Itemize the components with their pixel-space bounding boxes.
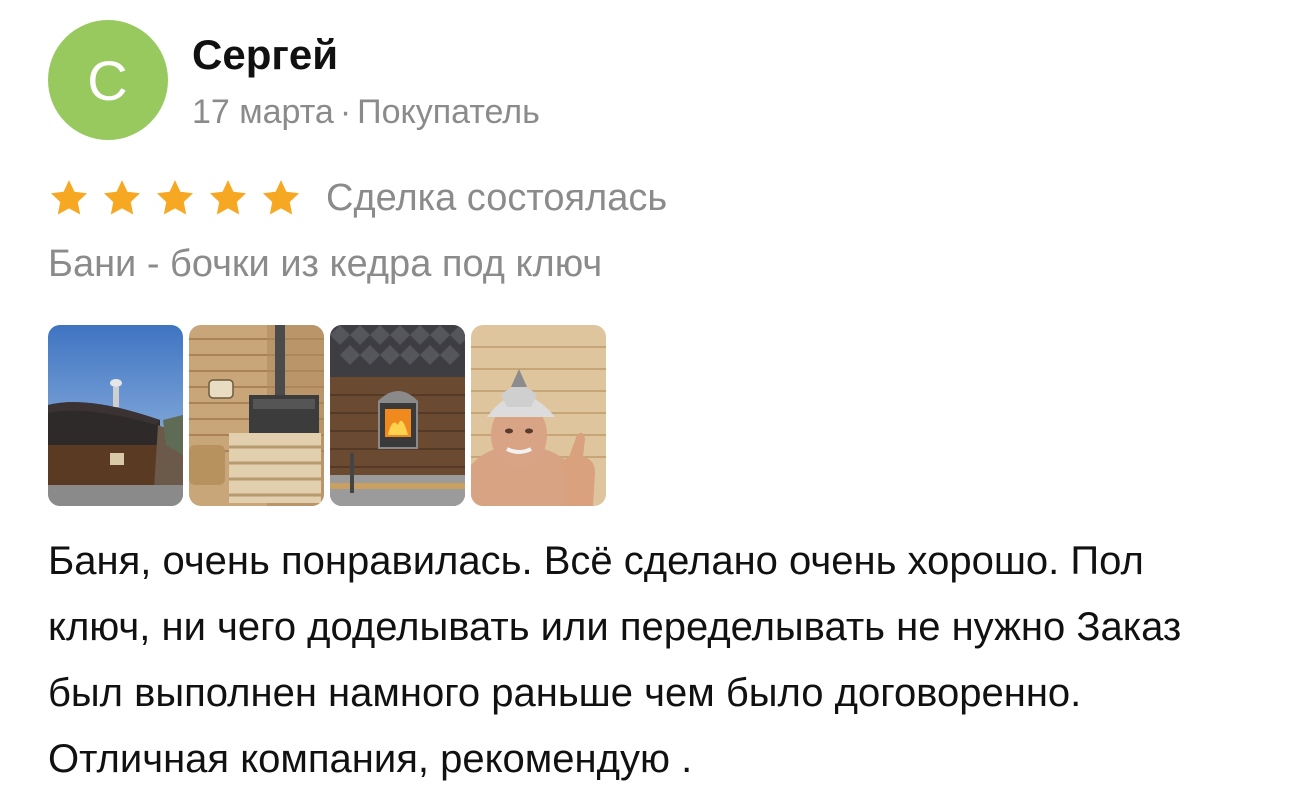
avatar-letter: С [87,48,129,112]
rating-row: Сделка состоялась [48,170,667,226]
review-text: Баня, очень понравилась. Всё сделано оче… [48,528,1248,792]
photo-thumbnail-stove-interior[interactable] [189,325,324,506]
star-icon [101,177,143,219]
author-role: Покупатель [357,93,540,131]
meta-separator: · [339,93,352,131]
star-icon [260,177,302,219]
star-icon [154,177,196,219]
photo-gallery [48,325,606,506]
author-name[interactable]: Сергей [192,30,338,80]
item-title[interactable]: Бани - бочки из кедра под ключ [48,238,602,290]
star-icon [207,177,249,219]
review-date: 17 марта [192,93,334,131]
star-rating [48,177,302,219]
deal-status: Сделка состоялась [326,177,668,219]
photo-thumbnail-man-sauna-hat[interactable] [471,325,606,506]
author-meta: 17 марта · Покупатель [192,90,540,134]
photo-thumbnail-sauna-exterior[interactable] [48,325,183,506]
review-body: Баня, очень понравилась. Всё сделано оче… [48,539,1182,781]
avatar[interactable]: С [48,20,168,140]
star-icon [48,177,90,219]
photo-thumbnail-stove-fire[interactable] [330,325,465,506]
